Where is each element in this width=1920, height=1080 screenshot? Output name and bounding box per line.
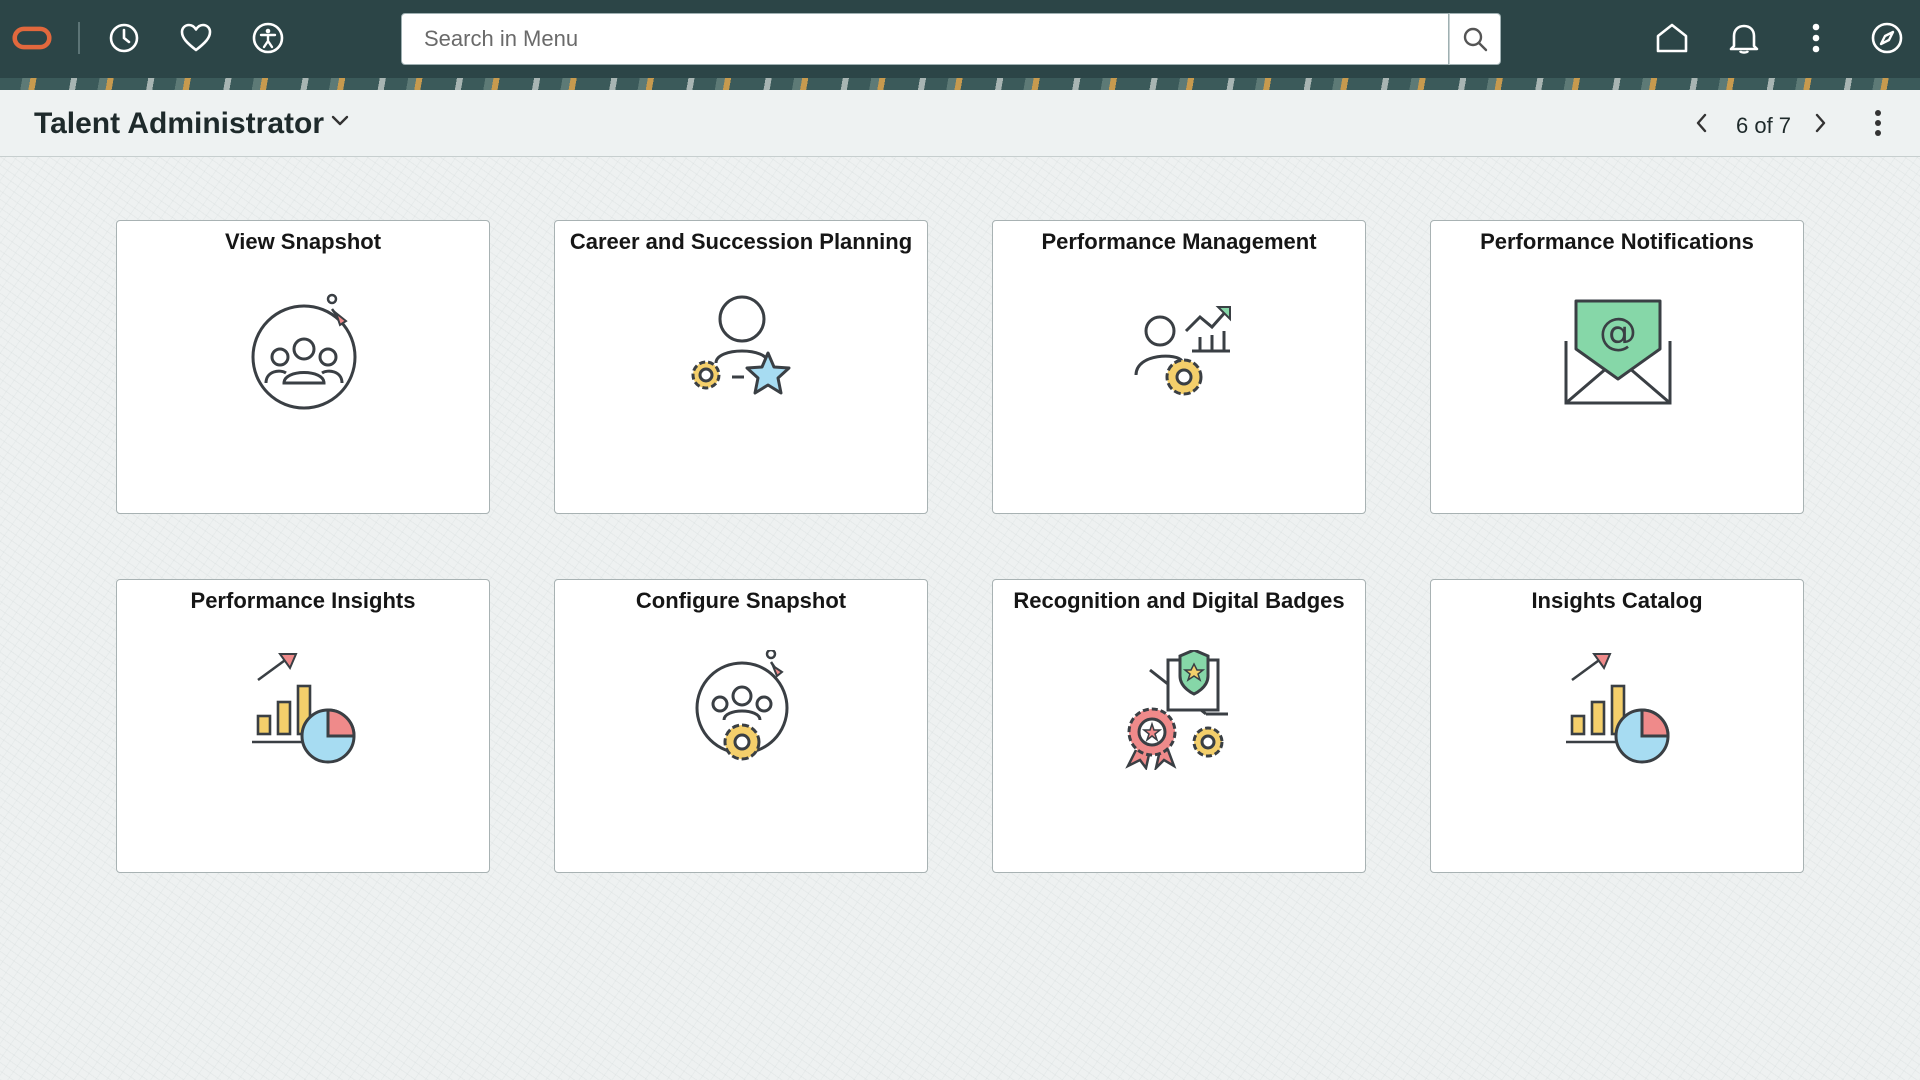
tile-title: View Snapshot: [224, 229, 382, 254]
page-indicator: 6 of 7: [1736, 113, 1792, 138]
tile-performance-insights[interactable]: Performance Insights: [116, 579, 490, 873]
actions-menu-icon[interactable]: [1796, 18, 1836, 58]
tile-performance-notifications[interactable]: Performance Notifications @: [1430, 220, 1804, 514]
menu-search-input[interactable]: [401, 13, 1449, 65]
team-snapshot-icon: [251, 293, 357, 410]
oracle-logo[interactable]: [12, 18, 52, 58]
chevron-down-icon[interactable]: [330, 114, 350, 133]
home-icon[interactable]: [1652, 18, 1692, 58]
career-planning-icon: [691, 295, 791, 395]
tile-title: Performance Management: [1041, 229, 1317, 254]
chevron-right-icon: [1815, 113, 1826, 133]
tile-title: Performance Insights: [190, 588, 416, 613]
header-divider: [78, 22, 80, 54]
tile-performance-management[interactable]: Performance Management: [992, 220, 1366, 514]
svg-text:@: @: [1599, 310, 1637, 354]
navigator-icon[interactable]: [1867, 18, 1907, 58]
tile-title: Performance Notifications: [1480, 229, 1754, 254]
tile-view-snapshot[interactable]: View Snapshot: [116, 220, 490, 514]
tile-title: Insights Catalog: [1531, 588, 1703, 613]
tile-configure-snapshot[interactable]: Configure Snapshot: [554, 579, 928, 873]
recent-history-icon[interactable]: [104, 18, 144, 58]
tile-title: Configure Snapshot: [635, 588, 847, 613]
previous-page-button[interactable]: [1692, 110, 1712, 141]
tile-career-succession-planning[interactable]: Career and Succession Planning: [554, 220, 928, 514]
tile-recognition-digital-badges[interactable]: Recognition and Digital Badges: [992, 579, 1366, 873]
search-icon: [1463, 27, 1488, 52]
chevron-left-icon: [1696, 113, 1707, 133]
page-title: Talent Administrator: [34, 107, 325, 140]
email-notification-icon: @: [1564, 299, 1672, 405]
global-header: [0, 0, 1920, 78]
insights-catalog-icon: [1566, 653, 1670, 764]
page-actions-icon[interactable]: [1873, 108, 1883, 143]
dashboard-header: Talent Administrator 6 of 7: [0, 90, 1920, 157]
insights-chart-icon: [252, 653, 356, 764]
performance-management-icon: [1134, 306, 1231, 396]
search-button[interactable]: [1449, 13, 1501, 65]
next-page-button[interactable]: [1810, 110, 1830, 141]
accessibility-icon[interactable]: [248, 18, 288, 58]
tile-insights-catalog[interactable]: Insights Catalog: [1430, 579, 1804, 873]
badge-award-icon: [1125, 650, 1228, 770]
tile-title: Career and Succession Planning: [569, 229, 913, 254]
favorites-icon[interactable]: [176, 18, 216, 58]
header-banner-image: [0, 78, 1920, 90]
notifications-icon[interactable]: [1724, 18, 1764, 58]
configure-snapshot-icon: [695, 650, 789, 761]
tile-title: Recognition and Digital Badges: [1013, 588, 1345, 613]
